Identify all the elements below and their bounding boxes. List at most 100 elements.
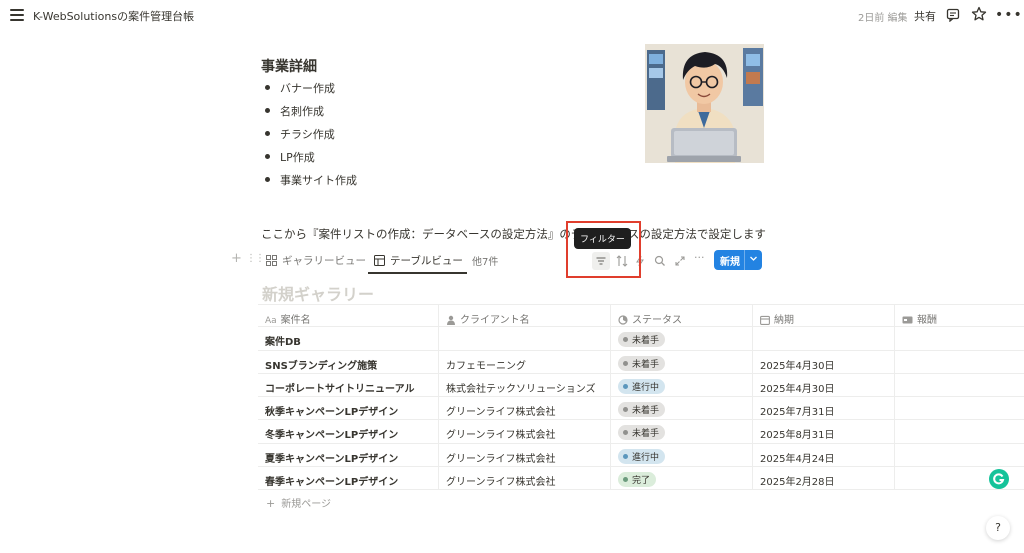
cell-reward[interactable] <box>894 443 1024 467</box>
tab-gallery-label: ギャラリービュー <box>282 255 366 267</box>
active-tab-indicator <box>368 272 467 274</box>
database-view-title[interactable]: 新規ギャラリー <box>262 281 374 305</box>
cell-status[interactable]: 未着手 <box>610 420 752 443</box>
cell-deadline[interactable]: 2025年7月31日 <box>752 397 894 420</box>
status-dot <box>623 453 628 459</box>
cell-project-name[interactable]: 夏季キャンペーンLPデザイン <box>258 444 438 466</box>
status-label: 進行中 <box>632 452 660 463</box>
more-views-tab[interactable]: 他7件 <box>472 253 498 268</box>
status-badge: 進行中 <box>618 448 666 464</box>
top-bar: K-WebSolutionsの案件管理台帳 2日前 編集 共有 ••• <box>0 0 1024 32</box>
cell-reward[interactable] <box>894 373 1024 397</box>
cell-status[interactable]: 未着手 <box>610 327 752 350</box>
grammarly-icon[interactable] <box>989 469 1009 489</box>
cell-client-name[interactable]: カフェモーニング <box>438 350 610 373</box>
column-header-deadline[interactable]: 納期 <box>752 305 894 327</box>
cell-client-name[interactable]: グリーンライフ株式会社 <box>438 397 610 420</box>
status-dot <box>623 383 628 389</box>
cell-reward[interactable] <box>894 420 1024 443</box>
add-block-icon[interactable]: + <box>231 251 242 266</box>
cell-reward[interactable] <box>894 327 1024 350</box>
status-label: 未着手 <box>632 406 660 417</box>
cell-deadline[interactable]: 2025年4月30日 <box>752 350 894 373</box>
status-dot <box>623 477 628 483</box>
table-row[interactable]: 夏季キャンペーンLPデザイン グリーンライフ株式会社 進行中 2025年4月24日 <box>258 443 1024 468</box>
table-row[interactable]: コーポレートサイトリニューアル 株式会社テックソリューションズ 進行中 2025年4月… <box>258 373 1024 398</box>
cell-client-name[interactable]: グリーンライフ株式会社 <box>438 420 610 443</box>
cell-reward[interactable] <box>894 350 1024 373</box>
menu-icon[interactable] <box>10 9 24 21</box>
table-row[interactable]: 案件DB 未着手 <box>258 327 1024 351</box>
table-row[interactable]: 冬季キャンペーンLPデザイン グリーンライフ株式会社 未着手 2025年8月31日 <box>258 420 1024 444</box>
tab-gallery-view[interactable]: ギャラリービュー <box>266 253 366 268</box>
help-button[interactable]: ? <box>986 516 1010 540</box>
cell-client-name[interactable] <box>438 327 610 350</box>
star-icon[interactable] <box>971 6 987 22</box>
bullet-item: LP作成 <box>265 149 357 172</box>
bullet-item: 事業サイト作成 <box>265 172 357 195</box>
column-header-status[interactable]: ステータス <box>610 305 752 327</box>
cell-status[interactable]: 未着手 <box>610 350 752 373</box>
column-header-client[interactable]: クライアント名 <box>438 305 610 327</box>
cell-deadline[interactable]: 2025年4月24日 <box>752 443 894 467</box>
status-badge: 進行中 <box>618 378 666 394</box>
cell-deadline[interactable]: 2025年4月30日 <box>752 373 894 397</box>
money-icon <box>902 316 913 324</box>
status-label: 未着手 <box>632 336 660 347</box>
status-label: 未着手 <box>632 359 660 370</box>
table-row[interactable]: 秋季キャンペーンLPデザイン グリーンライフ株式会社 未着手 2025年7月31日 <box>258 397 1024 421</box>
status-icon <box>618 315 628 325</box>
column-label: 案件名 <box>280 315 311 326</box>
table-body: 案件DB 未着手 SNSブランディング施策 カフェモーニング 未着手 2025年4月30日… <box>258 327 1024 491</box>
grammarly-g-icon <box>993 473 1005 485</box>
cell-reward[interactable] <box>894 397 1024 420</box>
cell-project-name[interactable]: 秋季キャンペーンLPデザイン <box>258 397 438 419</box>
button-divider <box>744 250 745 270</box>
cell-deadline[interactable]: 2025年2月28日 <box>752 467 894 490</box>
cell-project-name[interactable]: SNSブランディング施策 <box>258 351 438 373</box>
column-header-reward[interactable]: 報酬 <box>894 305 1024 327</box>
cell-client-name[interactable]: グリーンライフ株式会社 <box>438 467 610 490</box>
tab-table-view[interactable]: テーブルビュー <box>374 253 463 268</box>
new-page-row[interactable]: + 新規ページ <box>258 490 1024 514</box>
cell-project-name[interactable]: 春季キャンペーンLPデザイン <box>258 467 438 489</box>
status-dot <box>623 407 628 413</box>
status-label: 進行中 <box>632 382 660 393</box>
column-label: 納期 <box>774 315 794 326</box>
chevron-down-icon[interactable] <box>749 254 758 263</box>
cell-project-name[interactable]: 冬季キャンペーンLPデザイン <box>258 420 438 442</box>
status-badge: 未着手 <box>618 402 666 418</box>
view-options-icon[interactable]: ··· <box>694 251 708 265</box>
table-row[interactable]: 春季キャンペーンLPデザイン グリーンライフ株式会社 完了 2025年2月28日 <box>258 467 1024 491</box>
cell-project-name[interactable]: 案件DB <box>258 327 438 349</box>
bullet-list: バナー作成 名刺作成 チラシ作成 LP作成 事業サイト作成 <box>265 80 357 195</box>
cell-client-name[interactable]: 株式会社テックソリューションズ <box>438 373 610 397</box>
drag-handle-icon[interactable]: ⋮⋮ <box>246 253 265 264</box>
column-label: ステータス <box>632 315 682 326</box>
cell-deadline[interactable]: 2025年8月31日 <box>752 420 894 443</box>
cell-client-name[interactable]: グリーンライフ株式会社 <box>438 443 610 467</box>
expand-icon[interactable] <box>673 254 687 268</box>
person-icon <box>447 315 455 325</box>
section-heading: 事業詳細 <box>261 59 317 75</box>
cell-status[interactable]: 進行中 <box>610 373 752 397</box>
page-breadcrumb-title[interactable]: K-WebSolutionsの案件管理台帳 <box>33 8 194 24</box>
database-table: Aa 案件名 クライアント名 ステータス 納期 報酬 案件DB 未着手 SNSブ… <box>258 304 1024 514</box>
table-icon <box>374 255 385 266</box>
table-row[interactable]: SNSブランディング施策 カフェモーニング 未着手 2025年4月30日 <box>258 350 1024 374</box>
cell-deadline[interactable] <box>752 327 894 350</box>
share-button[interactable]: 共有 <box>914 8 936 24</box>
notion-page: K-WebSolutionsの案件管理台帳 2日前 編集 共有 ••• 事業詳細… <box>0 0 1024 553</box>
cell-project-name[interactable]: コーポレートサイトリニューアル <box>258 374 438 396</box>
cell-status[interactable]: 完了 <box>610 467 752 490</box>
more-options-icon[interactable]: ••• <box>995 7 1023 23</box>
cell-status[interactable]: 進行中 <box>610 443 752 467</box>
column-header-name[interactable]: Aa 案件名 <box>258 305 438 326</box>
comment-icon[interactable] <box>946 8 960 22</box>
new-record-button[interactable]: 新規 <box>714 250 762 270</box>
column-label: 報酬 <box>917 315 937 326</box>
filter-highlight-frame <box>566 221 641 278</box>
search-icon[interactable] <box>653 254 667 268</box>
status-badge: 完了 <box>618 472 657 488</box>
cell-status[interactable]: 未着手 <box>610 397 752 420</box>
